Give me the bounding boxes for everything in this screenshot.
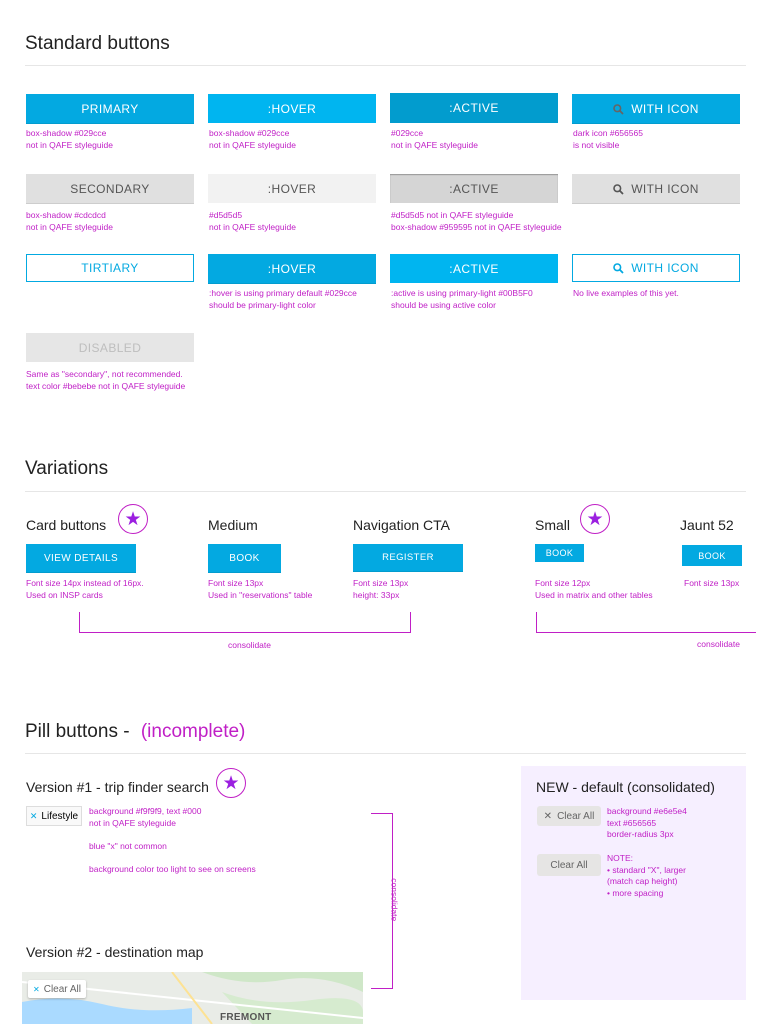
new-clear-all-pill-alt[interactable]: Clear All <box>537 854 601 876</box>
register-button[interactable]: REGISTER <box>353 544 463 571</box>
pill-title-text: Pill buttons - <box>25 721 130 742</box>
divider <box>25 753 746 754</box>
note-primary-icon: dark icon #656565 is not visible <box>573 128 643 150</box>
note-primary-active: #029cce not in QAFE styleguide <box>391 128 478 150</box>
search-icon <box>613 183 624 195</box>
with-icon-label: WITH ICON <box>631 101 699 116</box>
secondary-with-icon-button[interactable]: WITH ICON <box>572 174 740 203</box>
variations-title: Variations <box>25 458 109 479</box>
note-secondary-hover: #d5d5d5 not in QAFE styleguide <box>209 210 296 232</box>
star-icon: ★ <box>216 768 246 798</box>
tertiary-hover-button[interactable]: :HOVER <box>208 254 376 283</box>
consolidate-bracket <box>536 612 756 633</box>
note-new-1: background #e6e5e4 text #656565 border-rad… <box>607 806 687 839</box>
note-tertiary-hover: :hover is using primary default #029cce s… <box>209 288 357 310</box>
note-primary-hover: box-shadow #029cce not in QAFE styleguide <box>209 128 296 150</box>
pill-label: Clear All <box>557 810 595 822</box>
note-disabled: Same as "secondary", not recommended. tex… <box>26 369 186 391</box>
note-jaunt: Font size 13px <box>684 578 740 588</box>
with-icon-label: WITH ICON <box>631 181 699 196</box>
divider <box>25 65 746 66</box>
new-clear-all-pill[interactable]: ✕ Clear All <box>537 806 601 826</box>
medium-book-button[interactable]: BOOK <box>208 544 281 572</box>
consolidate-label: consolidate <box>697 639 741 649</box>
star-icon: ★ <box>118 504 148 534</box>
close-icon[interactable]: ✕ <box>544 811 552 822</box>
primary-with-icon-button[interactable]: WITH ICON <box>572 94 740 123</box>
primary-hover-button[interactable]: :HOVER <box>208 94 376 123</box>
map-clear-all-pill[interactable]: ✕ Clear All <box>28 980 86 998</box>
new-default-heading: NEW - default (consolidated) <box>536 779 715 795</box>
secondary-hover-button[interactable]: :HOVER <box>208 174 376 203</box>
tertiary-active-button[interactable]: :ACTIVE <box>390 254 558 283</box>
note-v1-c: background color too light to see on scr… <box>89 864 256 874</box>
view-details-button[interactable]: VIEW DETAILS <box>26 544 136 572</box>
close-icon[interactable]: ✕ <box>33 985 40 994</box>
version2-heading: Version #2 - destination map <box>26 944 204 960</box>
disabled-button: DISABLED <box>26 333 194 362</box>
with-icon-label: WITH ICON <box>631 261 699 275</box>
close-icon[interactable]: ✕ <box>30 811 38 822</box>
note-v1-a: background #f9f9f9, text #000 not in QAFE… <box>89 806 202 828</box>
note-tertiary-icon: No live examples of this yet. <box>573 288 679 298</box>
standard-buttons-title: Standard buttons <box>25 33 170 54</box>
destination-map[interactable]: ✕ Clear All FREMONT <box>22 972 363 1024</box>
pill-label: Lifestyle <box>41 810 79 822</box>
note-primary: box-shadow #029cce not in QAFE styleguide <box>26 128 113 150</box>
navigation-cta-heading: Navigation CTA <box>353 517 451 533</box>
note-tertiary-active: :active is using primary-light #00B5F0 sh… <box>391 288 533 310</box>
note-card: Font size 14px instead of 16px. Used on I… <box>26 578 144 600</box>
note-secondary-active: #d5d5d5 not in QAFE styleguide box-shadow… <box>391 210 562 232</box>
note-medium: Font size 13px Used in "reservations" tab… <box>208 578 313 600</box>
jaunt-heading: Jaunt 52 <box>680 517 734 533</box>
map-label: FREMONT <box>220 1012 272 1023</box>
jaunt-book-button[interactable]: BOOK <box>682 545 742 566</box>
consolidate-label: consolidate <box>228 640 272 650</box>
note-new-2: NOTE: • standard "X", larger (match cap he… <box>607 853 686 898</box>
secondary-active-button[interactable]: :ACTIVE <box>390 174 558 203</box>
medium-heading: Medium <box>208 517 258 533</box>
pill-buttons-title: Pill buttons - (incomplete) <box>25 721 245 743</box>
search-icon <box>613 103 624 115</box>
small-book-button[interactable]: BOOK <box>535 544 584 562</box>
small-heading: Small <box>535 517 571 533</box>
primary-button[interactable]: PRIMARY <box>26 94 194 123</box>
tertiary-with-icon-button[interactable]: WITH ICON <box>572 254 740 282</box>
divider <box>25 491 746 492</box>
note-secondary: box-shadow #cdcdcd not in QAFE styleguide <box>26 210 113 232</box>
consolidate-label: consolidate <box>389 878 400 922</box>
secondary-button[interactable]: SECONDARY <box>26 174 194 203</box>
consolidate-bracket <box>79 612 411 633</box>
lifestyle-pill[interactable]: ✕ Lifestyle <box>26 806 82 826</box>
tertiary-button[interactable]: TIRTIARY <box>26 254 194 282</box>
note-small: Font size 12px Used in matrix and other t… <box>535 578 653 600</box>
pill-label: Clear All <box>43 983 81 995</box>
star-icon: ★ <box>580 504 610 534</box>
version1-heading: Version #1 - trip finder search <box>26 779 209 795</box>
note-v1-b: blue "x" not common <box>89 841 167 851</box>
incomplete-flag: (incomplete) <box>140 721 246 742</box>
card-buttons-heading: Card buttons <box>26 517 107 533</box>
primary-active-button[interactable]: :ACTIVE <box>390 93 558 123</box>
note-nav: Font size 13px height: 33px <box>353 578 409 600</box>
search-icon <box>613 263 624 274</box>
